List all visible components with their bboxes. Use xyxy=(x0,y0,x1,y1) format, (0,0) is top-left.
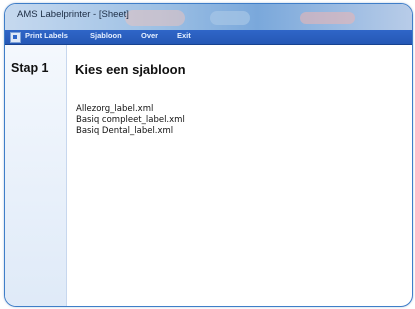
step-sidebar: Stap 1 xyxy=(5,45,67,306)
page-title: Kies een sjabloon xyxy=(75,62,186,77)
menu-item-sjabloon[interactable]: Sjabloon xyxy=(90,31,122,40)
resize-corner-icon xyxy=(398,292,412,306)
title-bar[interactable]: AMS Labelprinter - [Sheet] xyxy=(5,4,412,30)
template-item-basiq-compleet[interactable]: Basiq compleet_label.xml xyxy=(76,115,185,126)
app-window: AMS Labelprinter - [Sheet] Print Labels … xyxy=(4,3,413,307)
title-bar-glow xyxy=(300,12,355,24)
template-list: Allezorg_label.xml Basiq compleet_label.… xyxy=(76,104,185,137)
template-item-basiq-dental[interactable]: Basiq Dental_label.xml xyxy=(76,126,185,137)
window-title: AMS Labelprinter - [Sheet] xyxy=(17,9,129,20)
step-label: Stap 1 xyxy=(11,61,49,75)
title-bar-glow xyxy=(125,10,185,26)
menu-item-print-labels[interactable]: Print Labels xyxy=(25,31,68,40)
menu-bar: Print Labels Sjabloon Over Exit xyxy=(5,30,412,45)
template-item-allezorg[interactable]: Allezorg_label.xml xyxy=(76,104,185,115)
app-window-icon[interactable] xyxy=(10,32,21,43)
title-bar-glow xyxy=(210,11,250,25)
menu-item-over[interactable]: Over xyxy=(141,31,158,40)
menu-item-exit[interactable]: Exit xyxy=(177,31,191,40)
